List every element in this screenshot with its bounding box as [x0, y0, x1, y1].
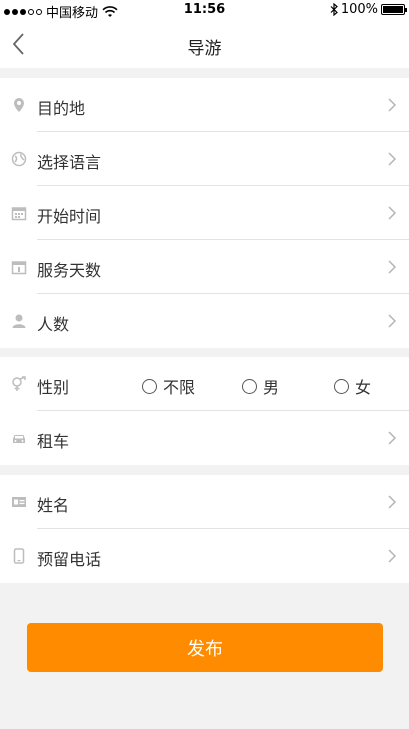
battery-icon [381, 4, 407, 15]
chevron-right-icon [388, 98, 397, 112]
gender-option-male[interactable]: 男 [242, 374, 279, 398]
people-count-label: 人数 [37, 315, 70, 334]
gender-option-label: 男 [263, 378, 280, 397]
name-row[interactable]: 姓名 [0, 475, 409, 529]
chevron-right-icon [388, 152, 397, 166]
publish-button[interactable]: 发布 [27, 623, 383, 672]
form-group-contact: 姓名 预留电话 [0, 475, 409, 583]
language-row[interactable]: 选择语言 [0, 132, 409, 186]
start-time-row[interactable]: 开始时间 [0, 186, 409, 240]
chevron-right-icon [388, 431, 397, 445]
phone-row[interactable]: 预留电话 [0, 529, 409, 583]
people-count-row[interactable]: 人数 [0, 294, 409, 348]
radio-icon [242, 378, 257, 394]
gender-option-label: 女 [355, 378, 372, 397]
bluetooth-icon [330, 3, 338, 16]
person-icon [12, 314, 26, 328]
status-right: 100% [330, 2, 407, 17]
car-rental-row[interactable]: 租车 [0, 411, 409, 465]
globe-icon [11, 151, 27, 167]
phone-label: 预留电话 [37, 550, 102, 569]
gender-row: 性别 不限 男 女 [0, 357, 409, 411]
page-title: 导游 [187, 39, 222, 59]
chevron-right-icon [388, 260, 397, 274]
form-group-options: 性别 不限 男 女 租车 [0, 357, 409, 465]
car-icon [13, 435, 25, 443]
status-bar: 中国移动 11:56 100% [0, 0, 409, 21]
id-card-icon [12, 497, 26, 507]
name-label: 姓名 [37, 496, 70, 515]
car-rental-label: 租车 [37, 432, 70, 451]
gender-option-female[interactable]: 女 [334, 374, 371, 398]
chevron-right-icon [388, 206, 397, 220]
chevron-right-icon [388, 495, 397, 509]
service-days-label: 服务天数 [37, 261, 102, 280]
calendar-icon [11, 207, 27, 221]
nav-bar: 导游 [0, 20, 409, 68]
gender-label: 性别 [37, 378, 70, 397]
calendar-day-icon [11, 261, 27, 275]
start-time-label: 开始时间 [37, 207, 102, 226]
form-group-trip: 目的地 选择语言 开始时间 服务天数 人数 [0, 78, 409, 348]
destination-row[interactable]: 目的地 [0, 78, 409, 132]
gender-icon [12, 376, 26, 391]
phone-icon [13, 548, 25, 564]
gender-option-any[interactable]: 不限 [142, 374, 195, 398]
location-pin-icon [14, 98, 24, 112]
radio-icon [142, 378, 157, 394]
chevron-right-icon [388, 314, 397, 328]
chevron-right-icon [388, 549, 397, 563]
radio-icon [334, 378, 349, 394]
battery-percent: 100% [340, 2, 378, 17]
language-label: 选择语言 [37, 153, 102, 172]
service-days-row[interactable]: 服务天数 [0, 240, 409, 294]
gender-option-label: 不限 [163, 378, 196, 397]
destination-label: 目的地 [37, 99, 86, 118]
